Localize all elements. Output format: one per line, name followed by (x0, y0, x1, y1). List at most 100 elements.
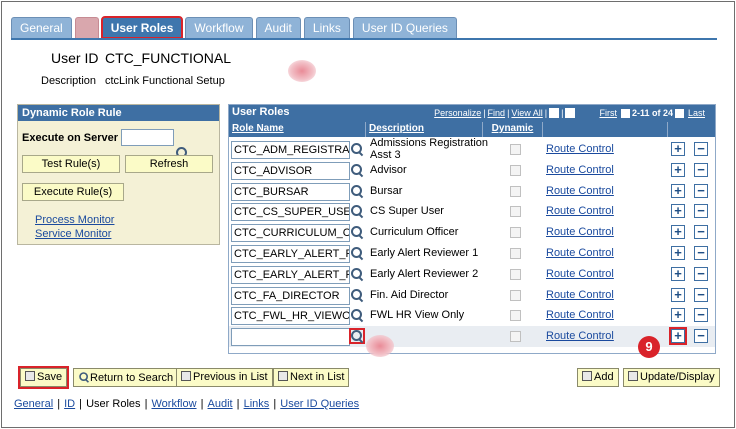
role-name-input[interactable]: CTC_FA_DIRECTOR (231, 286, 350, 305)
role-name-input[interactable]: CTC_EARLY_ALERT_F (231, 245, 350, 263)
route-control-link[interactable]: Route Control (546, 205, 614, 217)
tab-underline (11, 38, 717, 40)
role-name-input[interactable]: CTC_CURRICULUM_C (231, 224, 350, 243)
add-row-button[interactable]: + (671, 142, 685, 156)
find-link[interactable]: Find (488, 108, 506, 118)
grid-view-icon[interactable] (565, 108, 576, 118)
route-control-link[interactable]: Route Control (546, 289, 614, 301)
save-button[interactable]: Save (17, 366, 70, 389)
service-monitor-link[interactable]: Service Monitor (35, 228, 111, 240)
previous-arrow-icon[interactable] (620, 108, 630, 118)
download-icon[interactable] (549, 108, 560, 118)
next-in-list-button[interactable]: Next in List (273, 368, 350, 387)
add-row-button[interactable]: + (671, 204, 685, 219)
lookup-icon[interactable] (351, 309, 363, 321)
tab-links[interactable]: Links (303, 17, 350, 38)
add-row-button[interactable]: + (669, 327, 687, 346)
delete-row-button[interactable]: − (694, 204, 708, 219)
bottom-link-general[interactable]: General (14, 398, 53, 410)
route-control-link[interactable]: Route Control (546, 247, 614, 259)
tab-user-id-queries[interactable]: User ID Queries (352, 17, 457, 38)
lookup-icon[interactable] (351, 226, 363, 238)
delete-row-button[interactable]: − (694, 329, 708, 344)
add-row-button[interactable]: + (671, 266, 685, 281)
delete-row-button[interactable]: − (694, 308, 708, 323)
dynamic-checkbox[interactable] (510, 227, 521, 239)
bottom-link-user-id-queries[interactable]: User ID Queries (280, 398, 359, 410)
bottom-link-audit[interactable]: Audit (208, 398, 233, 410)
delete-row-button[interactable]: − (694, 246, 708, 260)
lookup-icon[interactable] (351, 184, 363, 197)
role-name-input[interactable]: CTC_FWL_HR_VIEWO (231, 307, 350, 326)
dynamic-checkbox[interactable] (510, 248, 521, 259)
route-control-link[interactable]: Route Control (546, 143, 614, 155)
first-link[interactable]: First (599, 108, 617, 118)
tab-user-roles[interactable]: User Roles (100, 16, 184, 39)
column-role-name[interactable]: Role Name (229, 122, 366, 137)
route-control-link[interactable]: Route Control (546, 330, 614, 342)
previous-in-list-button[interactable]: Previous in List (176, 368, 273, 387)
refresh-button[interactable]: Refresh (125, 155, 213, 173)
role-name-input[interactable] (231, 328, 350, 347)
delete-row-button[interactable]: − (694, 142, 708, 156)
column-route (543, 122, 668, 137)
process-monitor-link[interactable]: Process Monitor (35, 214, 114, 226)
route-control-link[interactable]: Route Control (546, 309, 614, 321)
column-description[interactable]: Description (366, 122, 483, 137)
lookup-icon[interactable] (351, 267, 363, 280)
add-row-button[interactable]: + (671, 287, 685, 302)
dynamic-checkbox[interactable] (510, 310, 521, 322)
bottom-link-id[interactable]: ID (64, 398, 75, 410)
dynamic-checkbox[interactable] (510, 164, 521, 176)
next-arrow-icon[interactable] (674, 108, 684, 118)
dynamic-checkbox[interactable] (510, 268, 521, 280)
dynamic-checkbox[interactable] (510, 144, 521, 155)
route-control-link[interactable]: Route Control (546, 164, 614, 176)
add-row-button[interactable]: + (671, 183, 685, 198)
add-row-button[interactable]: + (671, 308, 685, 323)
delete-row-button[interactable]: − (694, 225, 708, 240)
tab-general[interactable]: General (11, 17, 72, 38)
route-control-link[interactable]: Route Control (546, 268, 614, 280)
add-row-button[interactable]: + (671, 162, 685, 177)
add-button[interactable]: Add (577, 368, 619, 387)
dynamic-checkbox[interactable] (510, 185, 521, 197)
tab-audit[interactable]: Audit (255, 17, 301, 38)
route-control-link[interactable]: Route Control (546, 226, 614, 238)
role-name-input[interactable]: CTC_BURSAR (231, 182, 350, 201)
execute-rules-button[interactable]: Execute Rule(s) (22, 183, 124, 201)
view-all-link[interactable]: View All (511, 108, 542, 118)
role-name-input[interactable]: CTC_CS_SUPER_USE (231, 203, 350, 222)
dynamic-checkbox[interactable] (510, 206, 521, 218)
table-row: CTC_FWL_HR_VIEWO FWL HR View Only Route Co… (229, 305, 715, 326)
add-label: Add (594, 371, 614, 383)
role-name-input[interactable]: CTC_ADM_REGISTRA (231, 141, 350, 159)
delete-row-button[interactable]: − (694, 287, 708, 302)
dynamic-checkbox[interactable] (510, 331, 521, 343)
personalize-link[interactable]: Personalize (434, 108, 481, 118)
route-control-link[interactable]: Route Control (546, 185, 614, 197)
role-name-input[interactable]: CTC_EARLY_ALERT_F (231, 265, 350, 284)
last-link[interactable]: Last (688, 108, 705, 118)
lookup-icon[interactable] (351, 163, 363, 176)
add-row-button[interactable]: + (671, 246, 685, 260)
delete-row-button[interactable]: − (694, 183, 708, 198)
tab-redacted[interactable] (74, 17, 99, 38)
lookup-icon[interactable] (351, 205, 363, 217)
lookup-icon[interactable] (349, 328, 365, 345)
bottom-link-workflow[interactable]: Workflow (152, 398, 197, 410)
dynamic-checkbox[interactable] (510, 289, 521, 301)
lookup-icon[interactable] (351, 288, 363, 301)
bottom-link-links[interactable]: Links (244, 398, 270, 410)
delete-row-button[interactable]: − (694, 162, 708, 177)
return-to-search-button[interactable]: Return to Search (73, 368, 179, 387)
update-display-button[interactable]: Update/Display (623, 368, 720, 387)
add-row-button[interactable]: + (671, 225, 685, 240)
delete-row-button[interactable]: − (694, 266, 708, 281)
lookup-icon[interactable] (351, 247, 363, 259)
test-rules-button[interactable]: Test Rule(s) (22, 155, 120, 173)
execute-on-server-input[interactable] (121, 129, 174, 146)
lookup-icon[interactable] (351, 143, 363, 155)
role-name-input[interactable]: CTC_ADVISOR (231, 161, 350, 180)
tab-workflow[interactable]: Workflow (185, 17, 253, 38)
